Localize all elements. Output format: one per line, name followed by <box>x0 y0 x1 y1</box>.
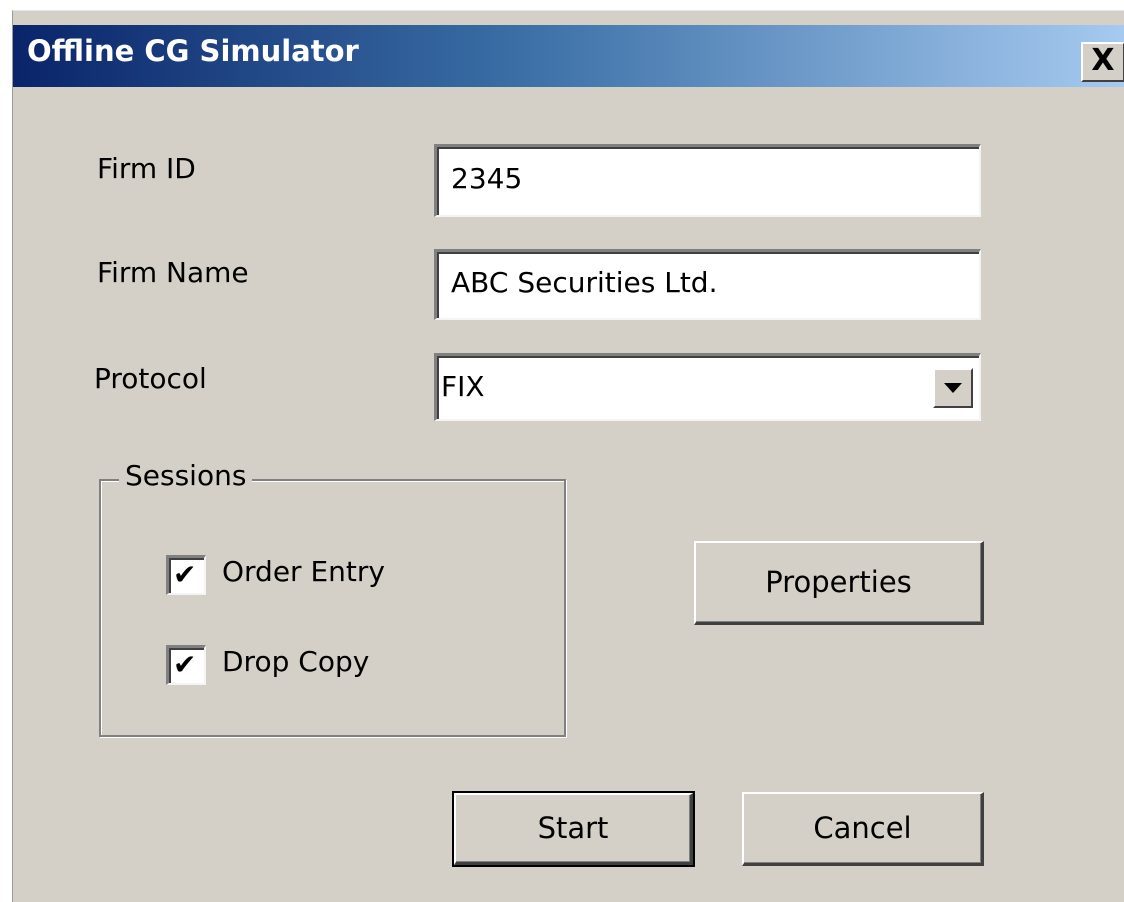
sessions-legend: Sessions <box>119 459 253 492</box>
title-bar[interactable]: Offline CG Simulator X <box>13 25 1124 87</box>
chevron-down-icon[interactable] <box>933 368 973 408</box>
window-title: Offline CG Simulator <box>27 34 359 68</box>
start-button-label: Start <box>537 811 609 845</box>
close-icon: X <box>1091 43 1115 78</box>
order-entry-checkbox[interactable]: ✔ <box>166 555 206 595</box>
protocol-value: FIX <box>441 370 485 403</box>
firm-name-value: ABC Securities Ltd. <box>451 266 718 299</box>
firm-id-field[interactable]: 2345 <box>434 144 981 217</box>
protocol-select[interactable]: FIX <box>434 353 981 421</box>
drop-copy-checkbox[interactable]: ✔ <box>166 645 206 685</box>
firm-name-label: Firm Name <box>97 256 249 289</box>
drop-copy-label[interactable]: Drop Copy <box>222 645 369 678</box>
firm-name-field[interactable]: ABC Securities Ltd. <box>434 249 981 320</box>
cancel-button[interactable]: Cancel <box>742 792 984 866</box>
cancel-button-label: Cancel <box>813 811 912 845</box>
checkmark-icon: ✔ <box>173 648 197 681</box>
close-button[interactable]: X <box>1081 42 1124 82</box>
firm-id-label: Firm ID <box>97 152 196 185</box>
start-button[interactable]: Start <box>452 791 695 867</box>
properties-button[interactable]: Properties <box>694 541 984 625</box>
dialog-window: Offline CG Simulator X Firm ID 2345 Firm… <box>12 10 1124 902</box>
checkmark-icon: ✔ <box>173 558 197 591</box>
sessions-group: Sessions ✔ Order Entry ✔ Drop Copy <box>99 459 566 737</box>
protocol-label: Protocol <box>94 362 207 395</box>
order-entry-label[interactable]: Order Entry <box>222 555 385 588</box>
firm-id-value: 2345 <box>451 162 523 195</box>
properties-button-label: Properties <box>765 565 912 599</box>
